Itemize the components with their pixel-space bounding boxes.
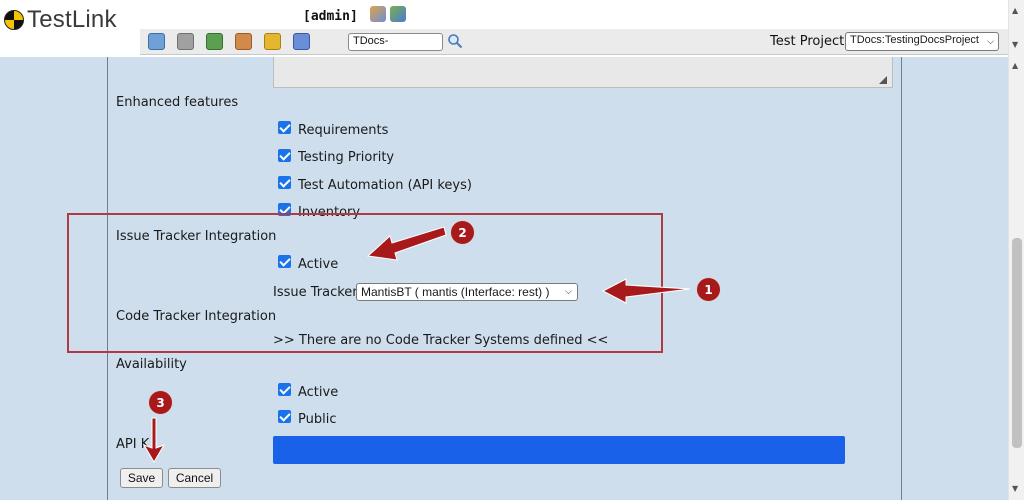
test-project-select[interactable]: TDocs:TestingDocsProject ⌵: [845, 32, 999, 51]
test-execution-icon[interactable]: [235, 33, 252, 50]
logo-icon: [4, 10, 24, 30]
availability-active-checkbox[interactable]: [278, 383, 291, 396]
search-icon[interactable]: [447, 33, 463, 49]
testing-priority-label: Testing Priority: [298, 150, 395, 165]
enhanced-features-label: Enhanced features: [116, 95, 239, 110]
annotation-highlight-box: [67, 213, 663, 353]
current-user: [admin]: [303, 9, 358, 24]
annotation-badge-1: 1: [696, 277, 721, 302]
project-edit-form: Enhanced features Requirements Testing P…: [0, 57, 1008, 500]
chevron-down-icon: ⌵: [987, 36, 994, 46]
requirements-icon[interactable]: [177, 33, 194, 50]
testing-priority-checkbox[interactable]: [278, 149, 291, 162]
requirements-label: Requirements: [298, 123, 389, 138]
reports-icon[interactable]: [264, 33, 281, 50]
availability-active-label: Active: [298, 385, 339, 400]
api-key-label: API K: [116, 437, 150, 452]
scroll-up-icon[interactable]: ▲: [1012, 61, 1018, 70]
scroll-thumb[interactable]: [1012, 238, 1022, 448]
notes-textarea[interactable]: [273, 57, 893, 88]
availability-label: Availability: [116, 357, 187, 372]
panel-border-right: [901, 57, 902, 500]
test-project-value: TDocs:TestingDocsProject: [850, 34, 979, 46]
cancel-button[interactable]: Cancel: [168, 468, 221, 488]
logout-icon[interactable]: [390, 6, 406, 22]
scroll-up-icon[interactable]: ▲: [1012, 6, 1018, 15]
resize-grip-icon[interactable]: [879, 76, 887, 84]
test-automation-checkbox[interactable]: [278, 176, 291, 189]
events-icon[interactable]: [293, 33, 310, 50]
scroll-down-icon[interactable]: ▼: [1012, 484, 1018, 493]
save-button[interactable]: Save: [120, 468, 163, 488]
testlink-logo[interactable]: TestLink: [4, 6, 117, 34]
desktop-icon[interactable]: [148, 33, 165, 50]
public-checkbox[interactable]: [278, 410, 291, 423]
public-label: Public: [298, 412, 337, 427]
test-spec-icon[interactable]: [206, 33, 223, 50]
vertical-scrollbar[interactable]: ▲ ▼ ▲ ▼: [1008, 0, 1024, 500]
scroll-down-icon[interactable]: ▼: [1012, 40, 1018, 49]
app-name: TestLink: [27, 6, 117, 33]
user-settings-icon[interactable]: [370, 6, 386, 22]
api-key-field[interactable]: [273, 436, 845, 464]
test-automation-label: Test Automation (API keys): [298, 178, 472, 193]
requirements-checkbox[interactable]: [278, 121, 291, 134]
annotation-badge-3: 3: [148, 390, 173, 415]
search-input[interactable]: TDocs-: [348, 33, 443, 51]
nav-toolbar: TDocs- Test Project TDocs:TestingDocsPro…: [140, 29, 1008, 55]
annotation-badge-2: 2: [450, 220, 475, 245]
test-project-label: Test Project: [770, 34, 845, 49]
top-bar: TestLink [admin] TDocs- Test Project TDo…: [0, 0, 1008, 57]
